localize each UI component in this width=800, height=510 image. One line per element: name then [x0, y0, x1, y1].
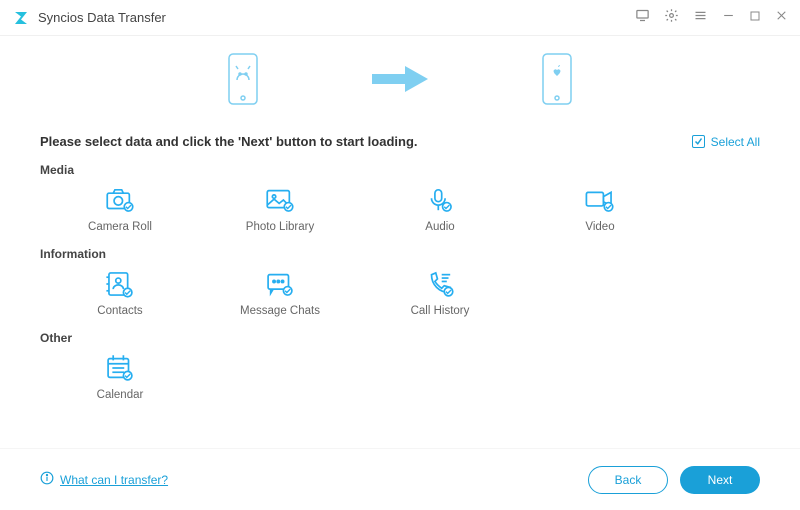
- next-button[interactable]: Next: [680, 466, 760, 494]
- item-message-chats[interactable]: Message Chats: [230, 267, 330, 317]
- device-transfer-header: [0, 36, 800, 126]
- section-title-information: Information: [40, 247, 760, 261]
- information-grid: Contacts Message Chats Call History: [40, 267, 760, 317]
- item-label: Calendar: [97, 389, 144, 401]
- item-video[interactable]: Video: [550, 183, 650, 233]
- camera-icon: [103, 183, 137, 217]
- calendar-icon: [103, 351, 137, 385]
- select-all-label: Select All: [711, 135, 760, 149]
- source-device-android-icon: [226, 52, 260, 111]
- content-area: Please select data and click the 'Next' …: [0, 126, 800, 401]
- audio-icon: [423, 183, 457, 217]
- other-grid: Calendar: [40, 351, 760, 401]
- help-link[interactable]: What can I transfer?: [60, 473, 168, 487]
- item-calendar[interactable]: Calendar: [70, 351, 170, 401]
- photo-icon: [263, 183, 297, 217]
- select-all-checkbox[interactable]: Select All: [692, 135, 760, 149]
- back-button[interactable]: Back: [588, 466, 668, 494]
- titlebar: Syncios Data Transfer: [0, 0, 800, 36]
- item-label: Call History: [411, 305, 470, 317]
- info-icon: [40, 471, 54, 488]
- close-icon[interactable]: [775, 9, 788, 27]
- app-logo-icon: [12, 9, 30, 27]
- item-contacts[interactable]: Contacts: [70, 267, 170, 317]
- call-history-icon: [423, 267, 457, 301]
- app-title: Syncios Data Transfer: [38, 10, 635, 25]
- window-controls: [635, 8, 788, 28]
- item-label: Photo Library: [246, 221, 314, 233]
- checkbox-icon: [692, 135, 705, 148]
- section-title-other: Other: [40, 331, 760, 345]
- section-title-media: Media: [40, 163, 760, 177]
- item-label: Video: [585, 221, 614, 233]
- minimize-icon[interactable]: [722, 9, 735, 27]
- item-label: Audio: [425, 221, 454, 233]
- item-audio[interactable]: Audio: [390, 183, 490, 233]
- help-link-area: What can I transfer?: [40, 471, 168, 488]
- item-label: Message Chats: [240, 305, 320, 317]
- item-photo-library[interactable]: Photo Library: [230, 183, 330, 233]
- item-call-history[interactable]: Call History: [390, 267, 490, 317]
- video-icon: [583, 183, 617, 217]
- message-icon: [263, 267, 297, 301]
- monitor-icon[interactable]: [635, 8, 650, 28]
- menu-icon[interactable]: [693, 8, 708, 28]
- media-grid: Camera Roll Photo Library Audio Video: [40, 183, 760, 233]
- footer: What can I transfer? Back Next: [0, 448, 800, 510]
- item-camera-roll[interactable]: Camera Roll: [70, 183, 170, 233]
- transfer-arrow-icon: [370, 64, 430, 99]
- instruction-text: Please select data and click the 'Next' …: [40, 134, 418, 149]
- maximize-icon[interactable]: [749, 9, 761, 27]
- item-label: Camera Roll: [88, 221, 152, 233]
- contacts-icon: [103, 267, 137, 301]
- item-label: Contacts: [97, 305, 142, 317]
- target-device-iphone-icon: [540, 52, 574, 111]
- gear-icon[interactable]: [664, 8, 679, 28]
